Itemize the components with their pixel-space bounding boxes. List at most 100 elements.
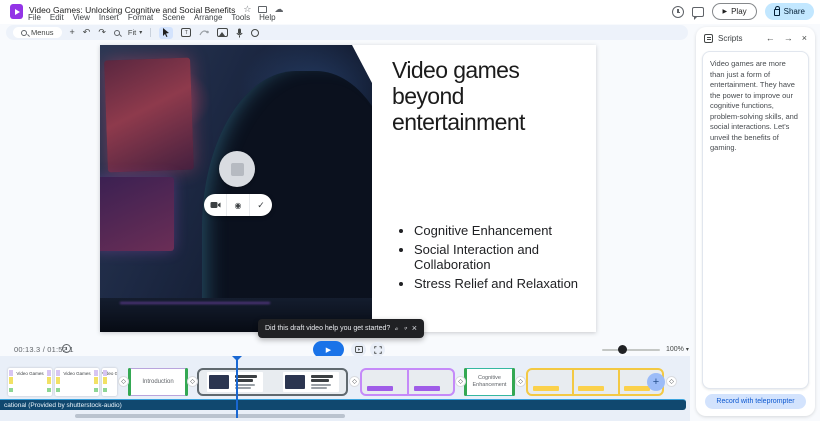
feedback-toast: Did this draft video help you get starte… [258,319,424,338]
webcam-options-toolbar: ◉ ✓ [204,194,272,216]
transition-icon: ◇ [190,378,195,385]
slide-title[interactable]: Video games beyond entertainment [392,58,577,135]
select-tool-button[interactable] [159,27,173,39]
fullscreen-icon [374,346,382,354]
play-icon: ▶ [722,8,727,15]
playhead[interactable] [236,358,238,418]
toolbar: Menus + ↶ ↷ Fit ▾ T [6,25,688,40]
timeline-group-yellow[interactable]: + [526,368,664,396]
transition-icon: ◇ [518,378,523,385]
menu-format[interactable]: Format [128,13,153,22]
caption-chip [533,386,559,391]
undo-button[interactable]: ↶ [83,28,91,37]
redo-button[interactable]: ↷ [98,28,106,37]
share-button[interactable]: Share [765,3,814,20]
scripts-panel-title: Scripts [718,34,761,43]
timeline-zoom-slider-knob[interactable] [618,345,627,354]
timeline-scrollbar[interactable] [75,414,345,418]
timeline-clip-thumbnail[interactable]: Video Games [55,368,99,396]
transition-button[interactable]: ◇ [187,376,198,387]
audio-track[interactable]: cational (Provided by shutterstock-audio… [0,399,686,410]
media-tool-button[interactable] [217,28,228,37]
toast-close-icon[interactable]: × [412,324,417,333]
webcam-placeholder-avatar[interactable] [219,151,255,187]
mic-tool-button[interactable] [236,28,243,38]
menu-tools[interactable]: Tools [231,13,250,22]
zoom-tool-icon[interactable] [114,30,120,36]
zoom-level-value: 100% [666,346,684,353]
textbox-tool-button[interactable]: T [181,28,191,37]
scene-thumbnail[interactable] [207,372,263,392]
add-scene-button[interactable]: + [70,28,75,37]
slide-canvas[interactable]: ◉ ✓ Video games beyond entertainment Cog… [100,45,596,332]
comments-icon[interactable] [692,7,704,17]
fullscreen-button[interactable] [370,342,385,357]
webcam-record-button[interactable] [204,194,226,216]
timeline-clip-thumbnail[interactable]: Video Games [102,368,117,396]
transition-button[interactable]: ◇ [118,376,129,387]
timeline-group-selected[interactable] [197,368,348,396]
menu-help[interactable]: Help [259,13,275,22]
toolbar-divider [150,28,151,37]
menu-file[interactable]: File [28,13,41,22]
thumbs-up-icon[interactable] [395,324,398,333]
record-icon: ◉ [235,201,242,210]
duration-info-icon[interactable] [62,344,71,353]
thumbs-down-icon[interactable] [404,324,407,333]
close-panel-icon[interactable]: × [802,33,807,43]
audio-track-label: cational (Provided by shutterstock-audio… [4,402,686,409]
speaker-chip [367,386,393,391]
transition-button[interactable]: ◇ [455,376,466,387]
photo-monitor-lower [100,177,174,251]
transition-button[interactable]: ◇ [349,376,360,387]
timeline-clip-thumbnail[interactable]: Video Games [8,368,52,396]
menu-edit[interactable]: Edit [50,13,64,22]
timeline-group-purple[interactable] [360,368,455,396]
timeline-clip-introduction[interactable]: Introduction [129,368,187,396]
clip-label: Cognitive Enhancement [466,375,513,388]
clip-label: Video Games [8,371,52,376]
bullet-item: Social Interaction and Collaboration [414,242,588,273]
photo-monitor-left [104,58,194,173]
prev-script-button[interactable]: ← [766,33,775,43]
titlebar: Video Games: Unlocking Cognitive and Soc… [0,0,820,24]
menu-view[interactable]: View [73,13,90,22]
cursor-icon [162,28,170,37]
webcam-capture-button[interactable]: ◉ [226,194,249,216]
zoom-level-select[interactable]: 100% ▾ [662,342,693,356]
menu-scene[interactable]: Scene [162,13,185,22]
transition-icon: ◇ [352,378,357,385]
script-text-box[interactable]: Video games are more than just a form of… [702,51,809,389]
share-button-label: Share [784,7,805,16]
scripts-panel: Scripts ← → × Video games are more than … [696,27,815,416]
laser-pointer-tool-button[interactable] [199,28,209,37]
scene-thumbnail[interactable] [283,372,339,392]
record-with-teleprompter-button[interactable]: Record with teleprompter [705,394,806,409]
lock-icon [774,9,780,16]
move-folder-icon[interactable] [258,6,267,13]
present-button[interactable] [351,342,366,357]
play-preview-button[interactable]: ▶ Play [712,3,756,20]
vids-logo-icon[interactable] [10,4,23,19]
version-history-icon[interactable] [672,6,684,18]
next-script-button[interactable]: → [784,33,793,43]
transition-button[interactable]: ◇ [515,376,526,387]
play-button-label: Play [731,7,747,16]
confirm-button[interactable]: ✓ [249,194,272,216]
timeline: Video Games Video Games Video Games ◇ In… [0,356,690,421]
menubar: File Edit View Insert Format Scene Arran… [28,13,276,22]
speaker-chip [414,386,440,391]
transition-button[interactable]: ◇ [666,376,677,387]
transition-icon: ◇ [121,378,126,385]
menu-arrange[interactable]: Arrange [194,13,222,22]
timeline-clip-cognitive-enhancement[interactable]: Cognitive Enhancement [465,368,514,396]
timeline-zoom-slider[interactable] [602,349,660,351]
menus-search-button[interactable]: Menus [13,27,62,38]
fit-zoom-select[interactable]: Fit ▾ [128,28,142,37]
slide-bullet-list[interactable]: Cognitive Enhancement Social Interaction… [396,223,588,294]
clip-label: Introduction [142,379,173,385]
add-clip-button[interactable]: + [647,373,665,391]
bullet-item: Stress Relief and Relaxation [414,276,588,292]
shapes-tool-button[interactable] [251,29,259,37]
menu-insert[interactable]: Insert [99,13,119,22]
